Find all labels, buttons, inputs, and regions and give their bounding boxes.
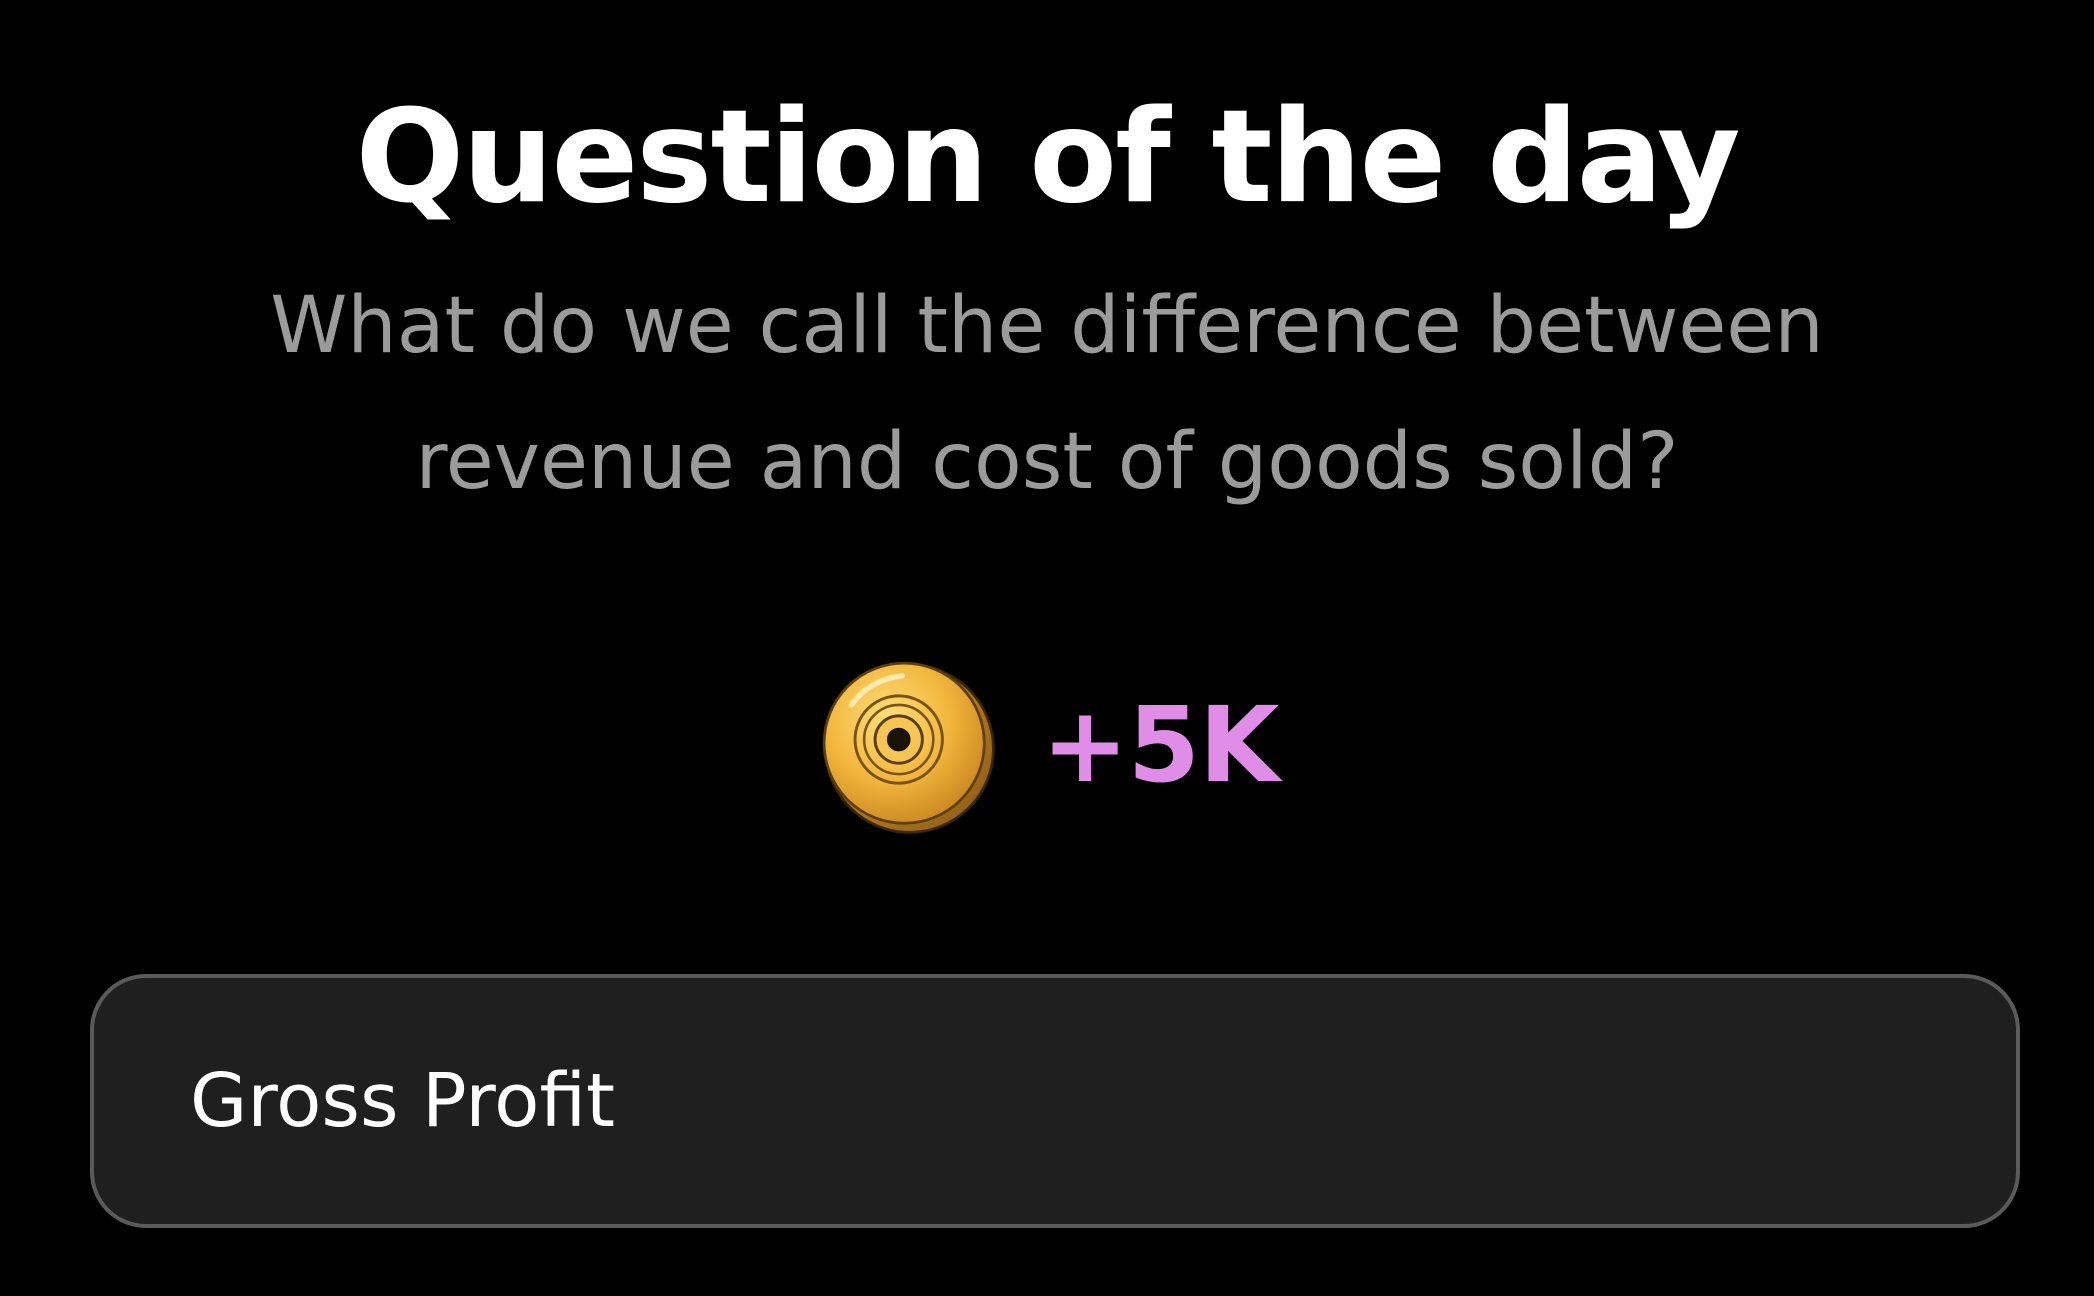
answer-option-label: Gross Profit — [190, 1058, 616, 1144]
reward-row: +5K — [0, 650, 2094, 840]
page-title: Question of the day — [355, 83, 1741, 232]
question-text: What do we call the difference between r… — [270, 281, 1824, 507]
quiz-screen: Question of the day What do we call the … — [0, 0, 2094, 1296]
gold-coin-icon — [823, 661, 996, 834]
reward-amount: +5K — [1041, 684, 1279, 806]
answer-option-button[interactable]: Gross Profit — [90, 974, 2020, 1228]
